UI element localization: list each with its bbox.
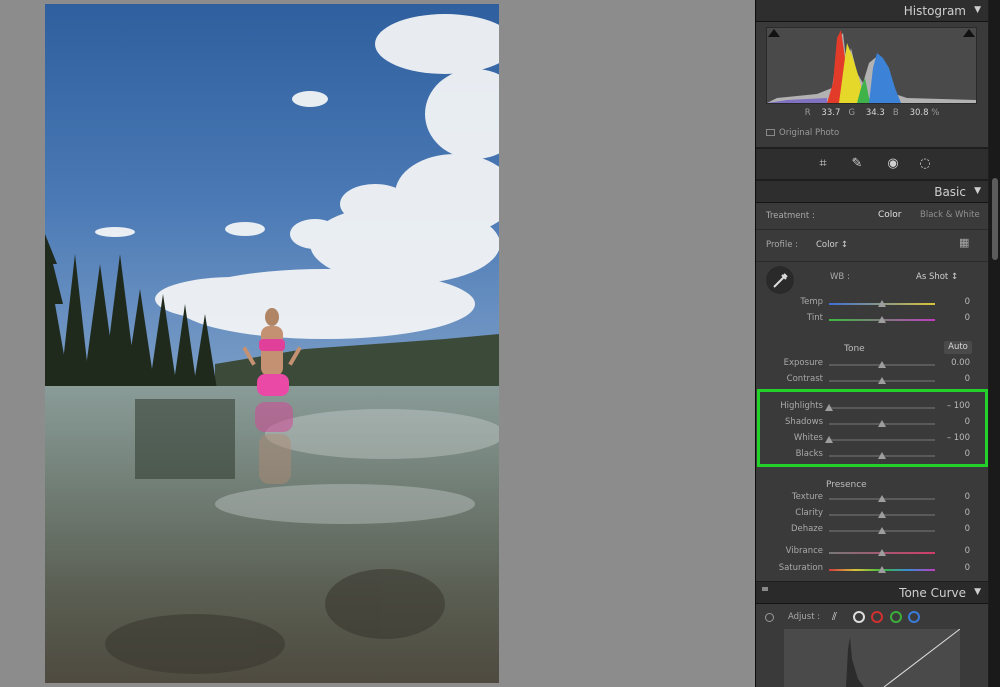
temp-slider-knob[interactable] (878, 300, 886, 307)
collapse-triangle-icon: ▼ (974, 186, 981, 196)
panel-switch-icon[interactable] (762, 587, 768, 591)
profile-label: Profile : (766, 240, 798, 250)
contrast-value[interactable]: 0 (965, 374, 970, 384)
histogram-header[interactable]: Histogram ▼ (756, 0, 988, 22)
exposure-value[interactable]: 0.00 (951, 358, 970, 368)
tone-curve-title: Tone Curve (899, 586, 966, 600)
tint-label: Tint (806, 313, 823, 323)
wb-label: WB : (830, 272, 850, 282)
divider (756, 229, 988, 230)
histogram-graph[interactable] (766, 27, 977, 104)
target-adjust-icon[interactable] (765, 613, 774, 622)
g-label: G (848, 108, 856, 118)
heal-icon[interactable]: ✎ (848, 155, 866, 173)
exposure-slider-knob[interactable] (878, 361, 886, 368)
profile-dropdown[interactable]: Color ↕ (816, 240, 848, 250)
b-label: B (892, 108, 899, 118)
tone-label: Tone (844, 344, 865, 354)
treatment-label: Treatment : (766, 211, 815, 221)
redeye-icon[interactable]: ◉ (884, 155, 902, 173)
contrast-label: Contrast (786, 374, 823, 384)
panel-scrollbar-thumb[interactable] (992, 178, 998, 260)
develop-panel: Histogram ▼ R 33.7 G 34.3 B 30.8 % Origi… (755, 0, 1000, 687)
wb-dropdown[interactable]: As Shot ↕ (916, 272, 958, 282)
vibrance-value[interactable]: 0 (965, 546, 970, 556)
curve-blue-button[interactable] (908, 611, 920, 623)
mask-icon[interactable]: ◌ (916, 155, 934, 173)
original-photo-checkbox[interactable] (766, 129, 775, 136)
curve-green-button[interactable] (890, 611, 902, 623)
adjust-label: Adjust : (788, 612, 821, 622)
vibrance-label: Vibrance (785, 546, 823, 556)
treatment-bw-button[interactable]: Black & White (920, 210, 980, 220)
percent-sign: % (931, 108, 940, 118)
b-value: 30.8 (909, 108, 929, 118)
g-value: 34.3 (865, 108, 885, 118)
saturation-slider-knob[interactable] (878, 566, 886, 573)
saturation-label: Saturation (778, 563, 823, 573)
dehaze-value[interactable]: 0 (965, 524, 970, 534)
collapse-triangle-icon: ▼ (974, 587, 981, 597)
histogram-title: Histogram (903, 4, 966, 18)
crop-icon[interactable]: ⌗ (814, 155, 832, 173)
histogram-section: R 33.7 G 34.3 B 30.8 % Original Photo (756, 22, 988, 147)
tint-value[interactable]: 0 (965, 313, 970, 323)
rgb-readout: R 33.7 G 34.3 B 30.8 % (756, 108, 988, 118)
parametric-curve-icon[interactable]: ⫽ (832, 610, 846, 624)
original-photo-toggle[interactable]: Original Photo (766, 128, 839, 138)
divider (756, 261, 988, 262)
clarity-label: Clarity (795, 508, 823, 518)
histogram-plot (767, 30, 976, 103)
exposure-label: Exposure (783, 358, 823, 368)
saturation-value[interactable]: 0 (965, 563, 970, 573)
panel-scrollbar[interactable] (989, 0, 1000, 687)
clarity-value[interactable]: 0 (965, 508, 970, 518)
tint-slider-knob[interactable] (878, 316, 886, 323)
tone-auto-button[interactable]: Auto (944, 341, 972, 354)
treatment-color-button[interactable]: Color (878, 210, 902, 220)
basic-title: Basic (934, 185, 966, 199)
r-value: 33.7 (821, 108, 841, 118)
dehaze-label: Dehaze (790, 524, 823, 534)
temp-label: Temp (800, 297, 823, 307)
photo-image (45, 4, 499, 683)
clarity-slider-knob[interactable] (878, 511, 886, 518)
r-label: R (804, 108, 811, 118)
vibrance-slider-knob[interactable] (878, 549, 886, 556)
texture-slider-knob[interactable] (878, 495, 886, 502)
basic-header[interactable]: Basic ▼ (756, 181, 988, 203)
photo-preview[interactable] (45, 4, 499, 683)
contrast-slider-knob[interactable] (878, 377, 886, 384)
temp-value[interactable]: 0 (965, 297, 970, 307)
curve-rgb-button[interactable] (853, 611, 865, 623)
wb-eyedropper-icon[interactable] (766, 266, 794, 294)
collapse-triangle-icon: ▼ (974, 5, 981, 15)
tool-strip (756, 149, 988, 179)
shadow-clipping-icon[interactable] (768, 29, 780, 37)
tone-curve-graph[interactable] (784, 628, 961, 687)
profile-browser-grid-icon[interactable]: ▦ (959, 236, 975, 250)
lightroom-window: Histogram ▼ R 33.7 G 34.3 B 30.8 % Origi… (0, 0, 1000, 687)
curve-red-button[interactable] (871, 611, 883, 623)
texture-label: Texture (791, 492, 823, 502)
dehaze-slider-knob[interactable] (878, 527, 886, 534)
original-photo-label: Original Photo (779, 128, 840, 138)
tone-curve-header[interactable]: Tone Curve ▼ (756, 582, 988, 604)
presence-label: Presence (826, 480, 867, 490)
highlight-annotation-box (757, 389, 988, 467)
highlight-clipping-icon[interactable] (963, 29, 975, 37)
texture-value[interactable]: 0 (965, 492, 970, 502)
